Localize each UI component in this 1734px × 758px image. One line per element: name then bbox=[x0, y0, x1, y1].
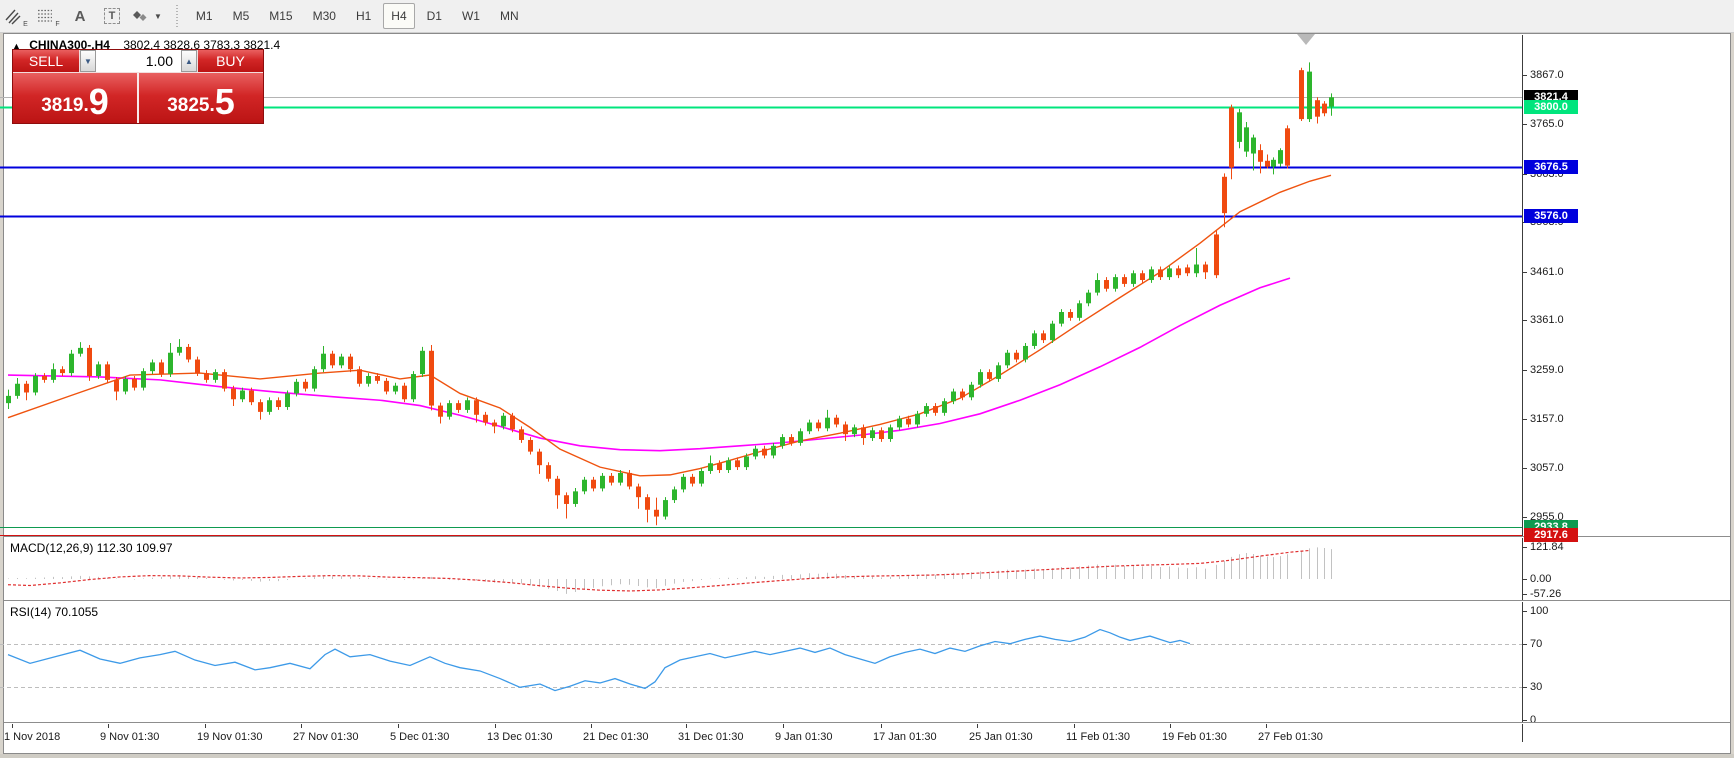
bid-price-main: 3819 bbox=[41, 93, 83, 119]
price-tick-mark bbox=[1522, 174, 1527, 175]
time-tick-label: 9 Nov 01:30 bbox=[100, 731, 159, 743]
price-level-box: 3576.0 bbox=[1524, 209, 1578, 223]
macd-label: MACD(12,26,9) 112.30 109.97 bbox=[10, 541, 173, 555]
panel-divider-xaxis bbox=[4, 722, 1730, 724]
price-tick-mark bbox=[1522, 272, 1527, 273]
volume-decrease-button[interactable]: ▼ bbox=[80, 50, 96, 72]
price-tick-label: 3259.0 bbox=[1530, 364, 1590, 376]
time-tick-mark bbox=[881, 724, 882, 728]
price-tick-label: 3057.0 bbox=[1530, 462, 1590, 474]
price-axis-line bbox=[1522, 35, 1523, 742]
macd-tick-mark bbox=[1522, 594, 1527, 595]
one-click-trading-panel: SELL ▼ ▲ BUY 3819.9 3825.5 bbox=[12, 49, 264, 124]
macd-tick-mark bbox=[1522, 547, 1527, 548]
panel-divider-macd[interactable] bbox=[4, 536, 1730, 538]
rsi-tick-label: 100 bbox=[1530, 605, 1590, 617]
time-tick-label: 13 Dec 01:30 bbox=[487, 731, 552, 743]
rsi-value: 70.1055 bbox=[55, 605, 98, 619]
bid-price-big-digit: 9 bbox=[89, 85, 109, 119]
time-tick-mark bbox=[783, 724, 784, 728]
price-tick-label: 3867.0 bbox=[1530, 69, 1590, 81]
time-tick-mark bbox=[1074, 724, 1075, 728]
buy-button[interactable]: BUY bbox=[197, 50, 263, 72]
time-tick-label: 27 Feb 01:30 bbox=[1258, 731, 1323, 743]
time-tick-label: 19 Feb 01:30 bbox=[1162, 731, 1227, 743]
price-tick-label: 3157.0 bbox=[1530, 413, 1590, 425]
volume-input[interactable] bbox=[96, 50, 181, 72]
time-tick-label: 9 Jan 01:30 bbox=[775, 731, 833, 743]
price-tick-mark bbox=[1522, 468, 1527, 469]
time-tick-mark bbox=[977, 724, 978, 728]
bid-price-tile[interactable]: 3819.9 bbox=[13, 73, 139, 123]
rsi-tick-label: 70 bbox=[1530, 638, 1590, 650]
sell-button[interactable]: SELL bbox=[13, 50, 80, 72]
time-tick-label: 21 Dec 01:30 bbox=[583, 731, 648, 743]
macd-tick-label: 0.00 bbox=[1530, 573, 1590, 585]
time-tick-label: 27 Nov 01:30 bbox=[293, 731, 358, 743]
price-tick-mark bbox=[1522, 517, 1527, 518]
volume-increase-button[interactable]: ▲ bbox=[181, 50, 197, 72]
panel-divider-rsi[interactable] bbox=[4, 600, 1730, 602]
rsi-tick-mark bbox=[1522, 644, 1527, 645]
price-tick-label: 3361.0 bbox=[1530, 314, 1590, 326]
macd-tick-label: 121.84 bbox=[1530, 541, 1590, 553]
scroll-to-end-marker[interactable] bbox=[1297, 34, 1315, 45]
rsi-label: RSI(14) 70.1055 bbox=[10, 605, 98, 619]
ask-price-main: 3825 bbox=[167, 93, 209, 119]
ask-price-big-digit: 5 bbox=[215, 85, 235, 119]
time-tick-label: 19 Nov 01:30 bbox=[197, 731, 262, 743]
price-level-box: 2917.6 bbox=[1524, 528, 1578, 542]
rsi-tick-mark bbox=[1522, 720, 1527, 721]
time-tick-mark bbox=[495, 724, 496, 728]
time-tick-mark bbox=[301, 724, 302, 728]
macd-tick-mark bbox=[1522, 579, 1527, 580]
price-tick-label: 3461.0 bbox=[1530, 266, 1590, 278]
price-tick-mark bbox=[1522, 320, 1527, 321]
macd-tick-label: -57.26 bbox=[1530, 588, 1590, 600]
rsi-tick-label: 30 bbox=[1530, 681, 1590, 693]
ask-price-tile[interactable]: 3825.5 bbox=[139, 73, 263, 123]
time-tick-mark bbox=[591, 724, 592, 728]
time-tick-mark bbox=[398, 724, 399, 728]
price-tick-mark bbox=[1522, 419, 1527, 420]
time-tick-label: 31 Dec 01:30 bbox=[678, 731, 743, 743]
time-tick-mark bbox=[1266, 724, 1267, 728]
application-window: E F A T ▼ M1M5M15M30H1H4D1W1MN ▲ CHINA30… bbox=[0, 0, 1734, 758]
time-tick-mark bbox=[1170, 724, 1171, 728]
price-tick-mark bbox=[1522, 75, 1527, 76]
time-tick-mark bbox=[686, 724, 687, 728]
rsi-tick-label: 0 bbox=[1530, 714, 1590, 726]
price-tick-mark bbox=[1522, 124, 1527, 125]
rsi-tick-mark bbox=[1522, 611, 1527, 612]
price-level-box: 3676.5 bbox=[1524, 160, 1578, 174]
macd-values: 112.30 109.97 bbox=[97, 541, 173, 555]
price-level-box: 3800.0 bbox=[1524, 100, 1578, 114]
time-tick-mark bbox=[108, 724, 109, 728]
time-tick-mark bbox=[12, 724, 13, 728]
time-tick-label: 11 Feb 01:30 bbox=[1066, 731, 1130, 743]
time-tick-label: 17 Jan 01:30 bbox=[873, 731, 937, 743]
time-tick-label: 5 Dec 01:30 bbox=[390, 731, 449, 743]
time-tick-mark bbox=[205, 724, 206, 728]
time-tick-label: 25 Jan 01:30 bbox=[969, 731, 1033, 743]
rsi-tick-mark bbox=[1522, 687, 1527, 688]
price-tick-mark bbox=[1522, 370, 1527, 371]
time-tick-label: 1 Nov 2018 bbox=[4, 731, 60, 743]
price-tick-label: 3765.0 bbox=[1530, 118, 1590, 130]
